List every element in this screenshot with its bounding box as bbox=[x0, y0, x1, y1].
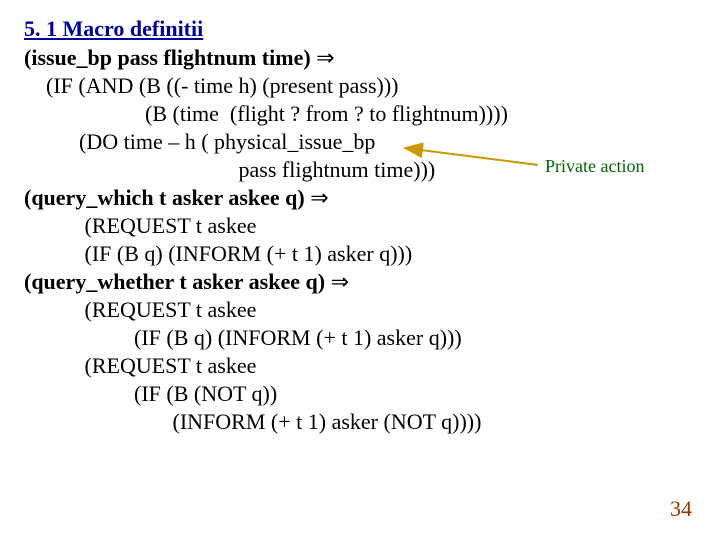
implies-icon: ⇒ bbox=[331, 269, 349, 294]
code-line: (REQUEST t askee bbox=[24, 212, 508, 240]
code-line: (IF (B q) (INFORM (+ t 1) asker q))) bbox=[24, 324, 508, 352]
implies-icon: ⇒ bbox=[316, 45, 334, 70]
code-line: (IF (B (NOT q)) bbox=[24, 380, 508, 408]
macro-issue-bp-head: (issue_bp pass flightnum time) ⇒ bbox=[24, 44, 508, 72]
macro-query-whether-head: (query_whether t asker askee q) ⇒ bbox=[24, 268, 508, 296]
code-line: (DO time – h ( physical_issue_bp bbox=[24, 128, 508, 156]
page-number: 34 bbox=[670, 496, 692, 522]
slide: 5. 1 Macro definitii (issue_bp pass flig… bbox=[0, 0, 720, 540]
section-title: 5. 1 Macro definitii bbox=[24, 16, 203, 42]
macro-query-which-name: (query_which t asker askee q) bbox=[24, 185, 305, 210]
private-action-annotation: Private action bbox=[545, 156, 644, 177]
code-line: pass flightnum time))) bbox=[24, 156, 508, 184]
code-line: (B (time (flight ? from ? to flightnum))… bbox=[24, 100, 508, 128]
code-line: (IF (B q) (INFORM (+ t 1) asker q))) bbox=[24, 240, 508, 268]
code-line: (REQUEST t askee bbox=[24, 296, 508, 324]
code-line: (REQUEST t askee bbox=[24, 352, 508, 380]
code-line: (IF (AND (B ((- time h) (present pass))) bbox=[24, 72, 508, 100]
macro-query-which-head: (query_which t asker askee q) ⇒ bbox=[24, 184, 508, 212]
macro-query-whether-name: (query_whether t asker askee q) bbox=[24, 269, 325, 294]
implies-icon: ⇒ bbox=[310, 185, 328, 210]
macro-issue-bp-name: (issue_bp pass flightnum time) bbox=[24, 45, 311, 70]
macro-definitions-block: (issue_bp pass flightnum time) ⇒ (IF (AN… bbox=[24, 44, 508, 436]
code-line: (INFORM (+ t 1) asker (NOT q)))) bbox=[24, 408, 508, 436]
